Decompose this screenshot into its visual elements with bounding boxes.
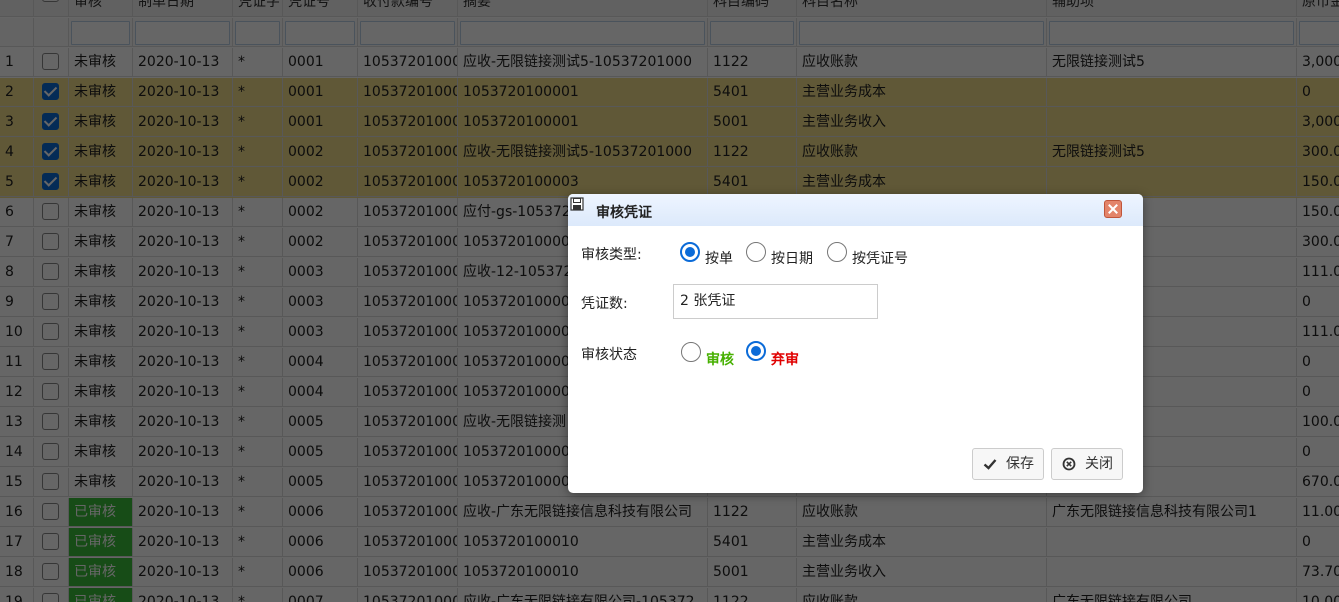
radio-approve-label: 审核	[706, 352, 734, 368]
dialog-header: 审核凭证	[568, 194, 1143, 226]
radio-by-document-label: 按单	[705, 251, 733, 267]
close-button-label: 关闭	[1085, 456, 1113, 472]
radio-by-document[interactable]	[680, 242, 700, 262]
save-button-label: 保存	[1006, 456, 1034, 472]
voucher-count-label: 凭证数:	[581, 296, 628, 312]
checkmark-icon	[983, 459, 997, 470]
radio-by-date[interactable]	[746, 242, 766, 262]
radio-by-date-label: 按日期	[771, 251, 813, 267]
radio-by-voucher-no-label: 按凭证号	[852, 251, 908, 267]
radio-reject[interactable]	[746, 341, 766, 361]
dialog-title: 审核凭证	[596, 205, 652, 221]
dialog-close-icon[interactable]	[1104, 200, 1122, 218]
radio-approve[interactable]	[681, 342, 701, 362]
radio-by-voucher-no[interactable]	[827, 242, 847, 262]
close-button[interactable]: 关闭	[1051, 448, 1123, 480]
close-circle-icon	[1062, 457, 1076, 471]
save-button[interactable]: 保存	[972, 448, 1044, 480]
radio-reject-label: 弃审	[771, 352, 799, 368]
audit-type-label: 审核类型:	[581, 247, 642, 263]
audit-voucher-dialog: 审核凭证 审核类型: 按单 按日期 按凭证号 凭证数: 2 张凭证 审核状态 审…	[568, 194, 1143, 493]
save-disk-icon	[570, 197, 584, 211]
voucher-count-field[interactable]: 2 张凭证	[673, 284, 878, 319]
audit-status-label: 审核状态	[581, 347, 637, 363]
